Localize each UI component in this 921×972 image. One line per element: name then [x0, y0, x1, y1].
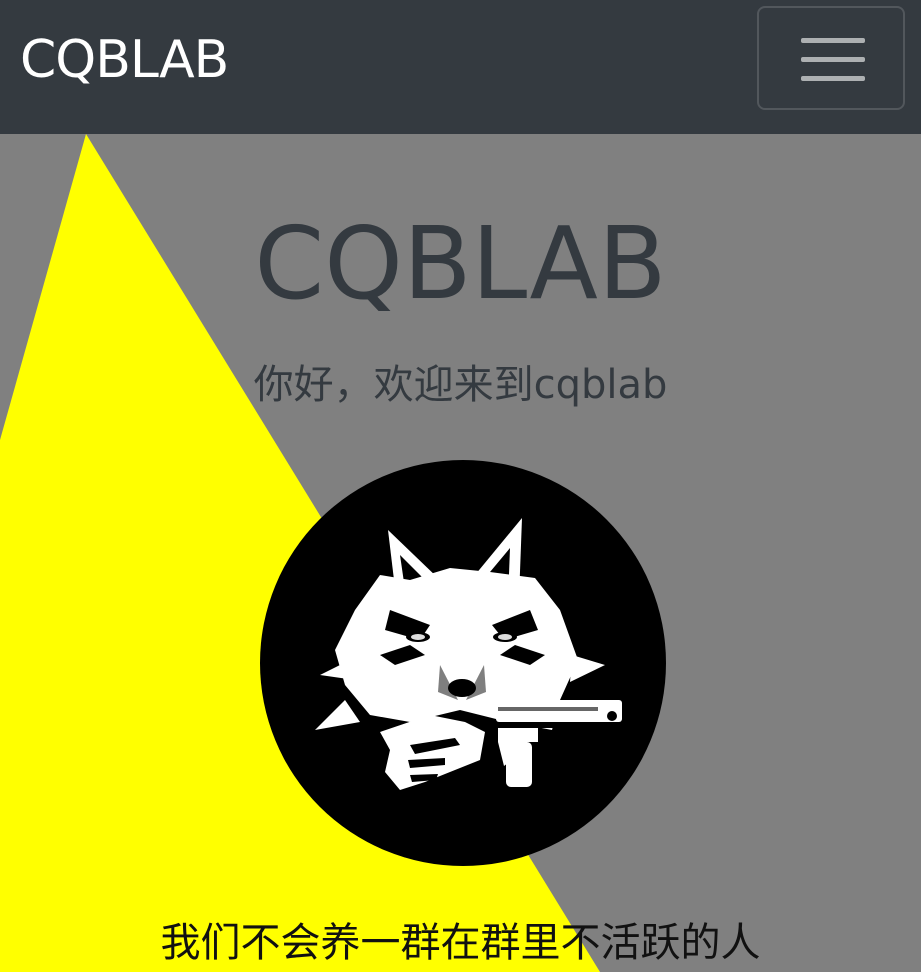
hero-subtitle: 你好，欢迎来到cqblab	[253, 362, 668, 408]
page: CQBLAB CQBLAB 你好，欢迎来到cqblab 我们不会养一群在群里不活…	[0, 0, 921, 972]
avatar	[260, 460, 666, 866]
navbar: CQBLAB	[0, 0, 921, 134]
hero-title: CQBLAB	[254, 205, 667, 322]
tagline: 我们不会养一群在群里不活跃的人	[160, 920, 761, 966]
navbar-toggle-button[interactable]	[757, 6, 905, 110]
wolf-with-gun-logo	[315, 518, 622, 790]
navbar-brand[interactable]: CQBLAB	[20, 30, 229, 90]
